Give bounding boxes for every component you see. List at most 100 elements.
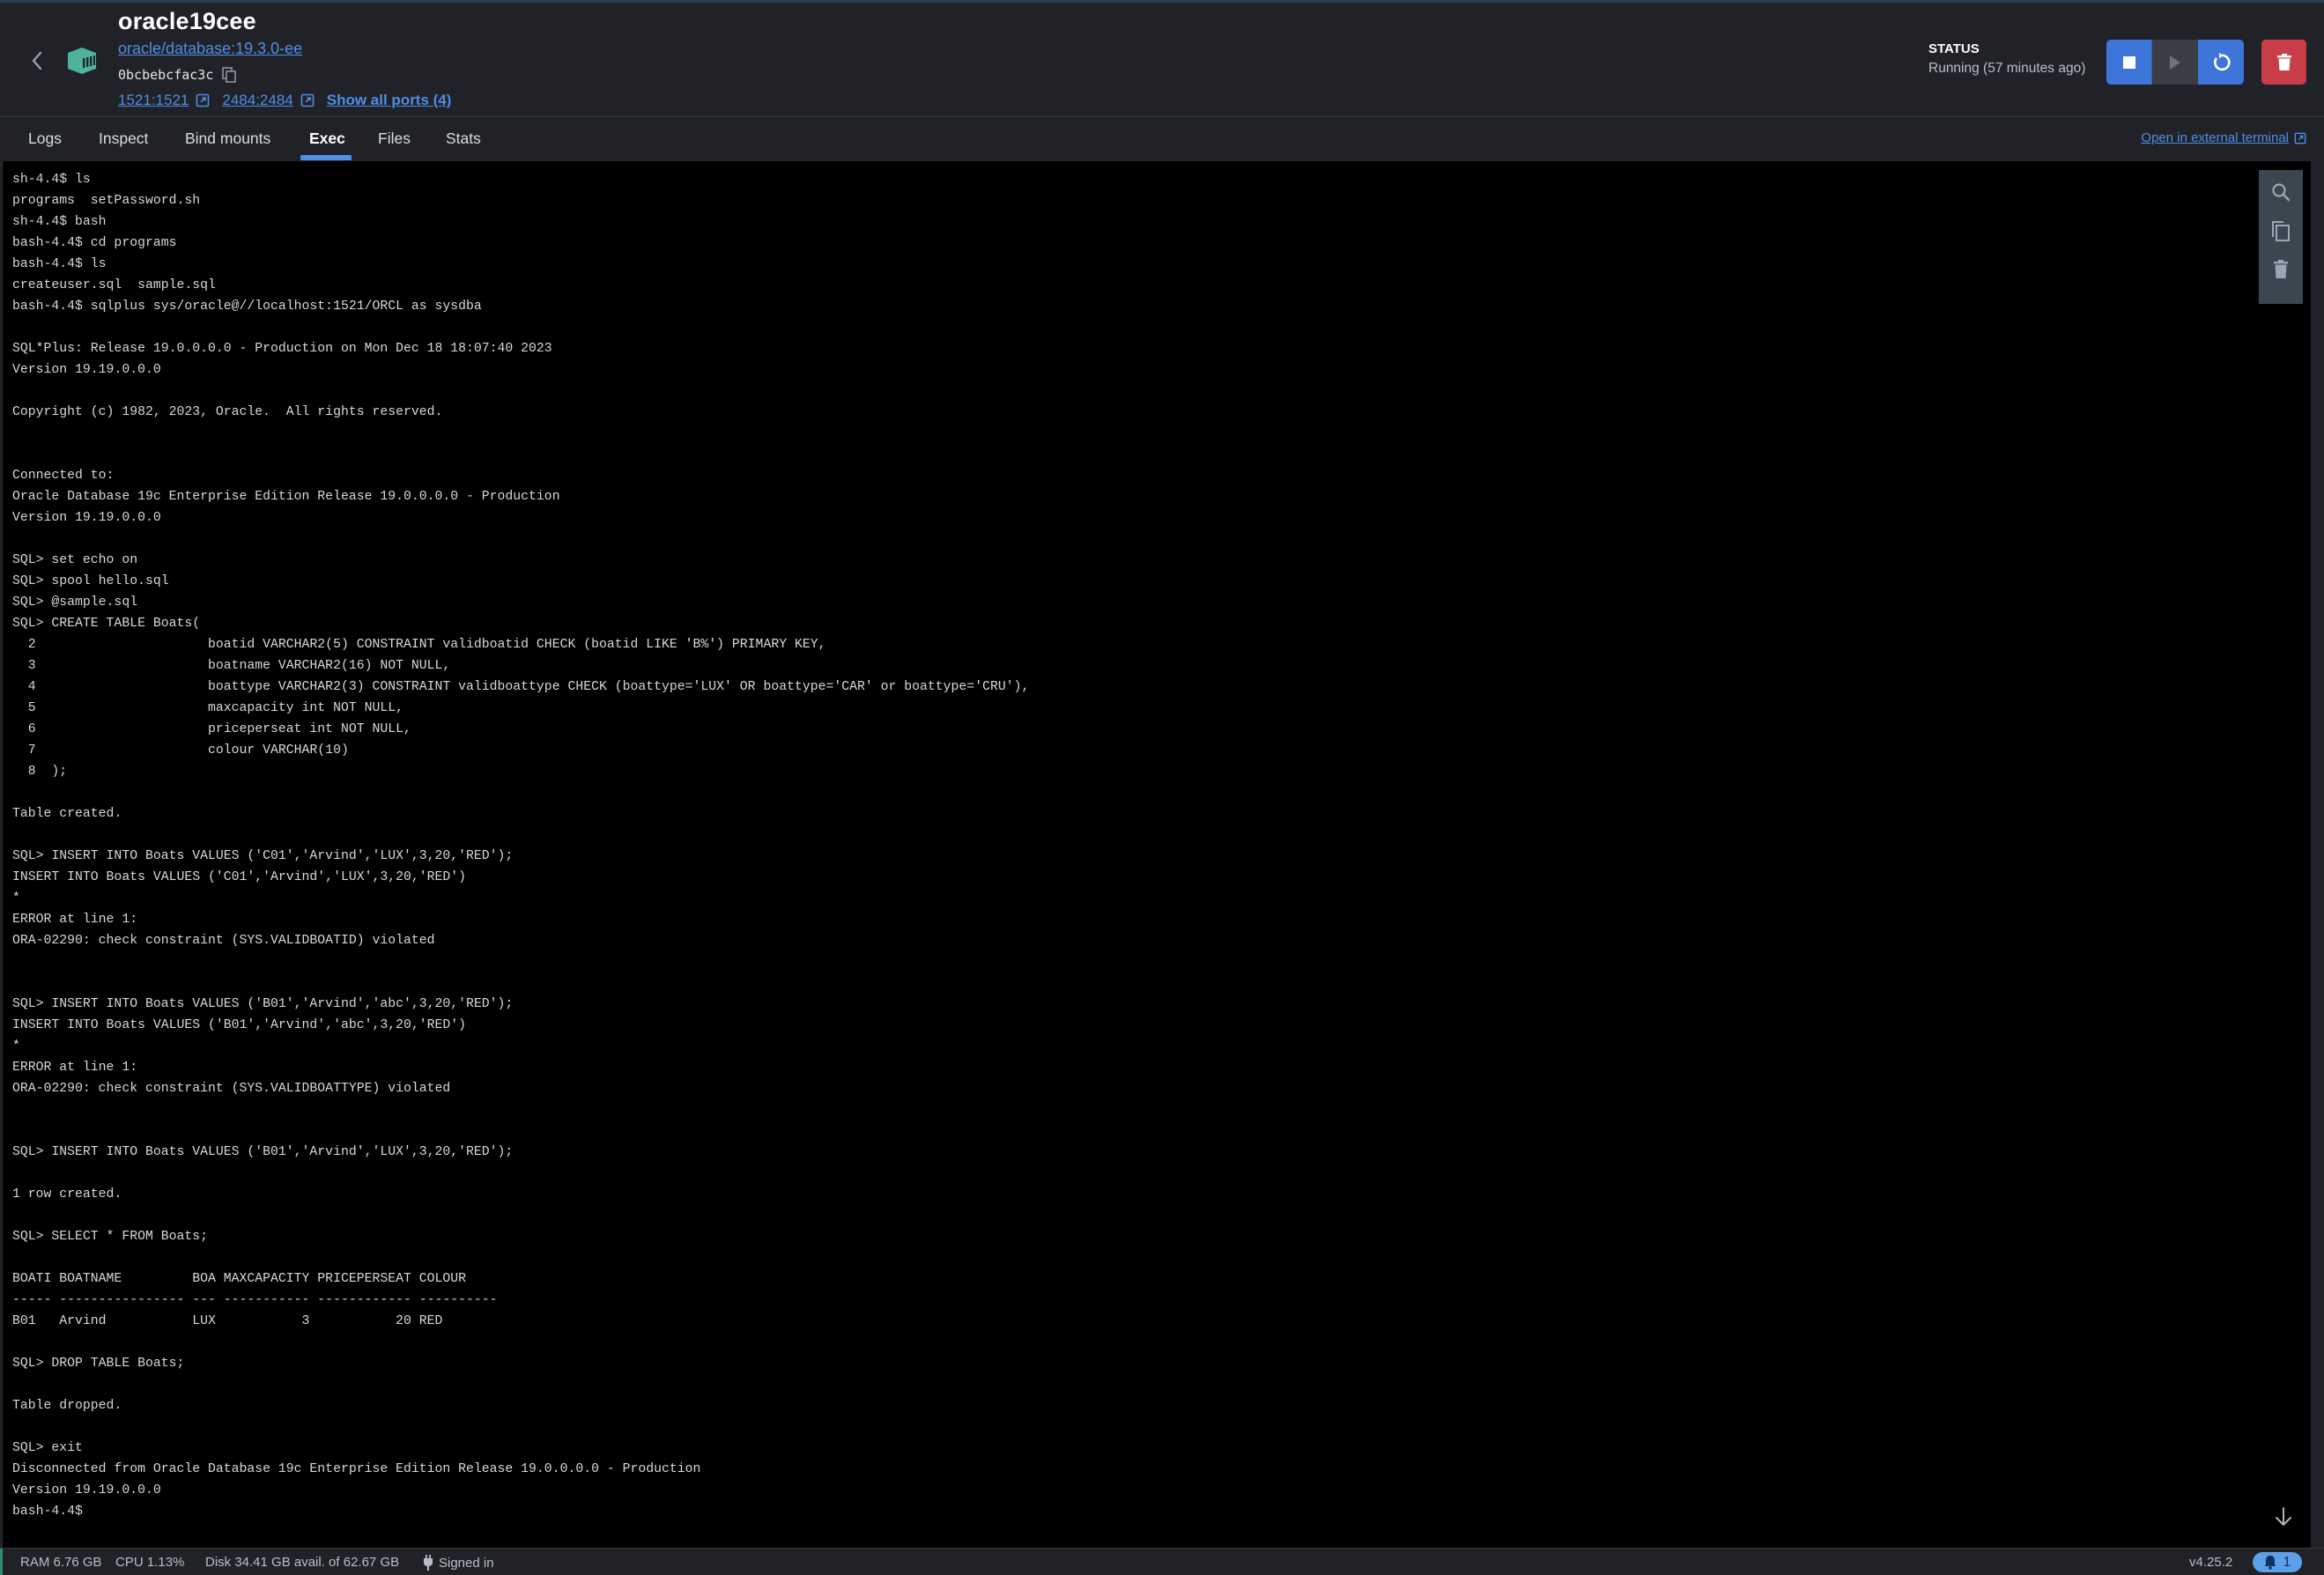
port-link-1521[interactable]: 1521:1521: [118, 92, 189, 109]
stop-icon: [2122, 55, 2135, 69]
terminal[interactable]: sh-4.4$ ls programs setPassword.sh sh-4.4$…: [2, 161, 2311, 1548]
trash-icon: [2274, 260, 2288, 278]
stop-button[interactable]: [2106, 40, 2152, 85]
status-bar-accent: [0, 1549, 3, 1575]
copy-terminal-button[interactable]: [2268, 218, 2294, 244]
cpu-usage: CPU 1.13%: [115, 1555, 185, 1570]
search-terminal-button[interactable]: [2268, 179, 2294, 205]
port-link-2484[interactable]: 2484:2484: [222, 92, 292, 109]
plug-icon: [424, 1555, 433, 1571]
scroll-to-bottom-button[interactable]: [2271, 1504, 2296, 1530]
container-name: oracle19cee: [118, 8, 256, 34]
show-all-ports-link[interactable]: Show all ports (4): [327, 92, 452, 109]
terminal-line: ERROR at line 1:: [12, 1061, 138, 1075]
open-external-terminal-link[interactable]: Open in external terminal: [2141, 130, 2306, 145]
tab-files[interactable]: Files: [378, 129, 411, 148]
terminal-line: bash-4.4$ ls: [12, 257, 107, 271]
terminal-line: SQL> spool hello.sql: [12, 574, 169, 588]
external-link-icon[interactable]: [300, 93, 315, 107]
terminal-line: 3 boatname VARCHAR2(16) NOT NULL,: [12, 659, 451, 673]
back-button[interactable]: [26, 48, 48, 73]
terminal-line: Oracle Database 19c Enterprise Edition R…: [12, 490, 560, 504]
play-icon: [2170, 55, 2180, 70]
terminal-line: bash-4.4$: [12, 1505, 83, 1519]
terminal-line: *: [12, 1039, 20, 1054]
copy-icon[interactable]: [222, 67, 237, 83]
open-external-terminal-label: Open in external terminal: [2141, 130, 2289, 145]
terminal-line: INSERT INTO Boats VALUES ('C01','Arvind'…: [12, 870, 467, 884]
tab-inspect[interactable]: Inspect: [99, 129, 148, 148]
terminal-line: bash-4.4$ sqlplus sys/oracle@//localhost…: [12, 299, 482, 314]
terminal-line: 8 );: [12, 765, 68, 779]
terminal-line: SQL> @sample.sql: [12, 595, 138, 610]
container-id: 0bcbebcfac3c: [118, 67, 214, 83]
terminal-line: 1 row created.: [12, 1187, 122, 1202]
terminal-line: 7 colour VARCHAR(10): [12, 743, 349, 758]
restart-button[interactable]: [2198, 40, 2244, 85]
terminal-line: SQL> INSERT INTO Boats VALUES ('B01','Ar…: [12, 1145, 514, 1159]
image-link[interactable]: oracle/database:19.3.0-ee: [118, 40, 302, 58]
terminal-line: 4 boattype VARCHAR2(3) CONSTRAINT validb…: [12, 680, 1030, 694]
start-button[interactable]: [2152, 40, 2198, 85]
notification-count: 1: [2283, 1554, 2291, 1570]
terminal-right-border: [2317, 161, 2324, 1548]
external-link-icon[interactable]: [196, 93, 210, 107]
terminal-line: Version 19.19.0.0.0: [12, 511, 161, 525]
terminal-line: ORA-02290: check constraint (SYS.VALIDBO…: [12, 934, 435, 948]
terminal-line: INSERT INTO Boats VALUES ('B01','Arvind'…: [12, 1018, 467, 1032]
trash-icon: [2276, 53, 2291, 70]
bell-icon: [2264, 1556, 2276, 1570]
search-icon: [2272, 183, 2291, 202]
arrow-down-icon: [2276, 1507, 2291, 1526]
clear-terminal-button[interactable]: [2268, 256, 2294, 283]
tab-bar: Logs Inspect Bind mounts Exec Files Stat…: [0, 118, 2324, 161]
terminal-line: SQL> INSERT INTO Boats VALUES ('C01','Ar…: [12, 849, 514, 863]
tab-bind-mounts[interactable]: Bind mounts: [185, 129, 270, 148]
tab-exec[interactable]: Exec: [309, 129, 345, 148]
terminal-line: B01 Arvind LUX 3 20 RED: [12, 1314, 443, 1328]
status-label: STATUS: [1928, 41, 1980, 56]
terminal-line: BOATI BOATNAME BOA MAXCAPACITY PRICEPERS…: [12, 1272, 467, 1286]
terminal-line: bash-4.4$ cd programs: [12, 236, 177, 250]
notifications-button[interactable]: 1: [2253, 1552, 2302, 1572]
terminal-line: ----- ---------------- --- ----------- -…: [12, 1293, 498, 1307]
terminal-line: Connected to:: [12, 469, 115, 483]
copy-icon: [2272, 221, 2290, 241]
app-version: v4.25.2: [2189, 1555, 2233, 1570]
terminal-line: Copyright (c) 1982, 2023, Oracle. All ri…: [12, 405, 443, 419]
ram-usage: RAM 6.76 GB: [20, 1555, 102, 1570]
terminal-line: Table created.: [12, 807, 122, 821]
container-icon: [68, 48, 96, 74]
chevron-left-icon: [32, 51, 42, 70]
terminal-line: Disconnected from Oracle Database 19c En…: [12, 1462, 701, 1476]
container-header: oracle19cee oracle/database:19.3.0-ee 0b…: [0, 3, 2324, 117]
tab-logs[interactable]: Logs: [28, 129, 62, 148]
terminal-line: SQL> set echo on: [12, 553, 138, 567]
terminal-line: Table dropped.: [12, 1399, 122, 1413]
terminal-line: SQL> CREATE TABLE Boats(: [12, 617, 201, 631]
status-value: Running (57 minutes ago): [1928, 61, 2086, 76]
terminal-line: 5 maxcapacity int NOT NULL,: [12, 701, 403, 715]
terminal-line: SQL*Plus: Release 19.0.0.0.0 - Productio…: [12, 342, 552, 356]
sign-in-status[interactable]: Signed in: [423, 1555, 494, 1571]
terminal-line: ERROR at line 1:: [12, 913, 138, 927]
terminal-line: *: [12, 891, 20, 906]
delete-button[interactable]: [2261, 40, 2306, 85]
terminal-line: Version 19.19.0.0.0: [12, 363, 161, 377]
terminal-line: programs setPassword.sh: [12, 194, 201, 208]
restart-icon: [2214, 52, 2231, 70]
terminal-line: sh-4.4$ ls: [12, 173, 91, 187]
tab-stats[interactable]: Stats: [446, 129, 481, 148]
